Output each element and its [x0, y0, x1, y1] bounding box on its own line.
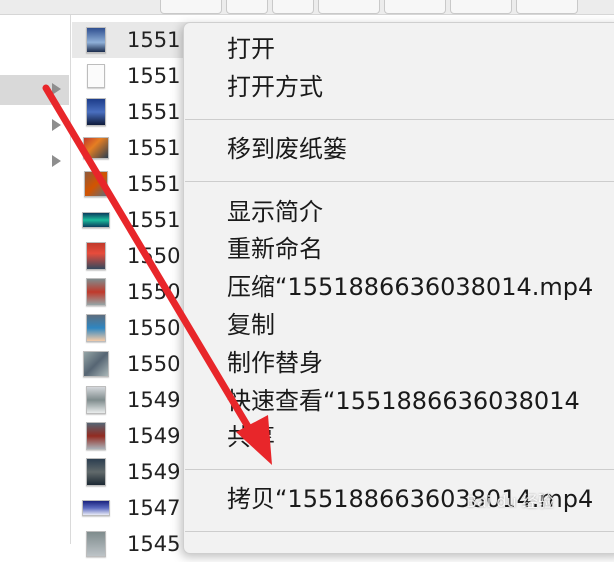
video-thumbnail-icon: [82, 314, 110, 342]
video-thumbnail-icon: [82, 170, 110, 198]
menu-item-compress[interactable]: 压缩“1551886636038014.mp4: [227, 270, 593, 304]
disclosure-arrow-icon[interactable]: [52, 83, 61, 95]
file-name: 1551: [127, 136, 181, 160]
menu-item-open[interactable]: 打开: [227, 32, 275, 66]
file-name: 1549: [127, 388, 181, 412]
video-thumbnail-icon: [82, 458, 110, 486]
video-thumbnail-icon: [82, 422, 110, 450]
file-name: 1549: [127, 460, 181, 484]
video-thumbnail-icon: [82, 242, 110, 270]
menu-item-move-to-trash[interactable]: 移到废纸篓: [227, 132, 347, 166]
video-thumbnail-icon: [82, 206, 110, 234]
disclosure-arrow-icon[interactable]: [52, 119, 61, 131]
video-thumbnail-icon: [82, 350, 110, 378]
file-name: 1551: [127, 208, 181, 232]
watermark: Bai du 经验: [466, 492, 554, 511]
menu-item-duplicate[interactable]: 复制: [227, 308, 275, 342]
file-name: 1551: [127, 172, 181, 196]
video-thumbnail-icon: [82, 26, 110, 54]
file-name: 1550: [127, 244, 181, 268]
video-thumbnail-icon: [82, 98, 110, 126]
menu-item-open-with[interactable]: 打开方式: [227, 70, 323, 104]
menu-separator: [185, 119, 614, 120]
menu-item-make-alias[interactable]: 制作替身: [227, 346, 323, 380]
menu-item-rename[interactable]: 重新命名: [227, 232, 323, 266]
video-thumbnail-icon: [82, 134, 110, 162]
video-thumbnail-icon: [82, 494, 110, 522]
file-name: 1550: [127, 352, 181, 376]
toolbar-button[interactable]: [384, 0, 446, 14]
toolbar-button[interactable]: [160, 0, 222, 14]
file-name: 1551: [127, 100, 181, 124]
file-name: 1550: [127, 280, 181, 304]
toolbar-button[interactable]: [450, 0, 512, 14]
menu-separator: [185, 469, 614, 470]
toolbar-button[interactable]: [226, 0, 268, 14]
video-thumbnail-icon: [82, 530, 110, 558]
menu-item-get-info[interactable]: 显示简介: [227, 195, 323, 229]
finder-toolbar: [0, 0, 614, 15]
menu-separator: [185, 531, 614, 532]
document-thumbnail-icon: [82, 62, 110, 90]
file-name: 1551: [127, 28, 181, 52]
context-menu: 打开 打开方式 移到废纸篓 显示简介 重新命名 压缩“1551886636038…: [183, 22, 614, 554]
video-thumbnail-icon: [82, 386, 110, 414]
file-name: 1549: [127, 424, 181, 448]
file-name: 1551: [127, 64, 181, 88]
file-name: 1550: [127, 316, 181, 340]
file-name: 1545: [127, 532, 181, 556]
toolbar-button[interactable]: [272, 0, 314, 14]
disclosure-arrow-icon[interactable]: [52, 155, 61, 167]
menu-item-quick-look[interactable]: 快速查看“1551886636038014: [227, 384, 580, 418]
video-thumbnail-icon: [82, 278, 110, 306]
menu-separator: [185, 181, 614, 182]
toolbar-button[interactable]: [318, 0, 380, 14]
menu-item-share[interactable]: 共享: [227, 420, 275, 454]
file-name: 1547: [127, 496, 181, 520]
toolbar-button[interactable]: [516, 0, 578, 14]
folder-column: [0, 15, 71, 544]
